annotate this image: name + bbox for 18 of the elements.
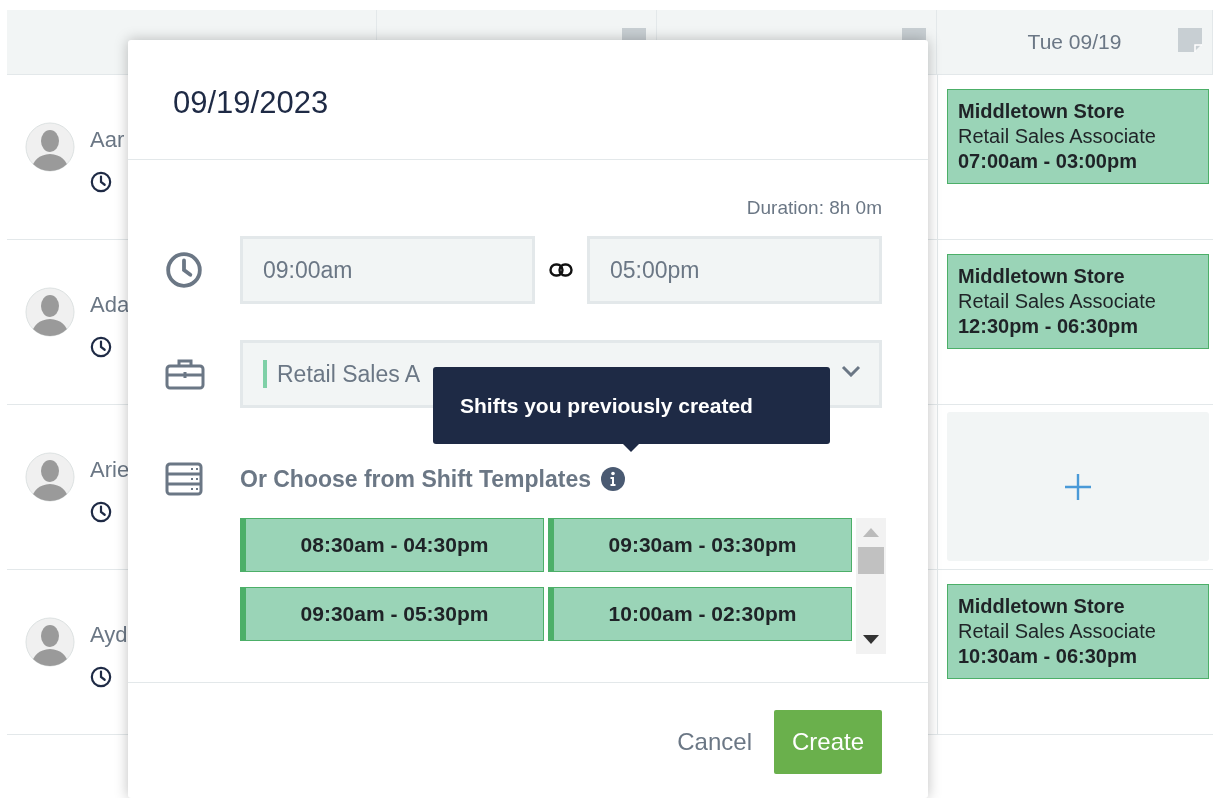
shift-time: 12:30pm - 06:30pm xyxy=(958,314,1140,339)
tooltip: Shifts you previously created xyxy=(433,367,830,452)
shift-role: Retail Sales Associate xyxy=(958,619,1157,644)
templates-label: Or Choose from Shift Templates xyxy=(240,465,591,493)
shift-time: 07:00am - 03:00pm xyxy=(958,149,1138,174)
shift-location: Middletown Store xyxy=(958,594,1126,619)
shift-time: 10:30am - 06:30pm xyxy=(958,644,1138,669)
shift-location: Middletown Store xyxy=(958,99,1126,124)
shift-role: Retail Sales Associate xyxy=(958,289,1157,314)
dialog-title: 09/19/2023 xyxy=(173,84,329,121)
duration-text: Duration: 8h 0m xyxy=(745,197,882,219)
employee-name: Ayd xyxy=(90,622,128,648)
shift-location: Middletown Store xyxy=(958,264,1126,289)
employee-name: Aar xyxy=(90,127,125,153)
employee-name: Arie xyxy=(90,457,130,483)
shift-role: Retail Sales Associate xyxy=(958,124,1157,149)
employee-name: Ada xyxy=(90,292,130,318)
day-header: Tue 09/19 xyxy=(1027,30,1122,54)
